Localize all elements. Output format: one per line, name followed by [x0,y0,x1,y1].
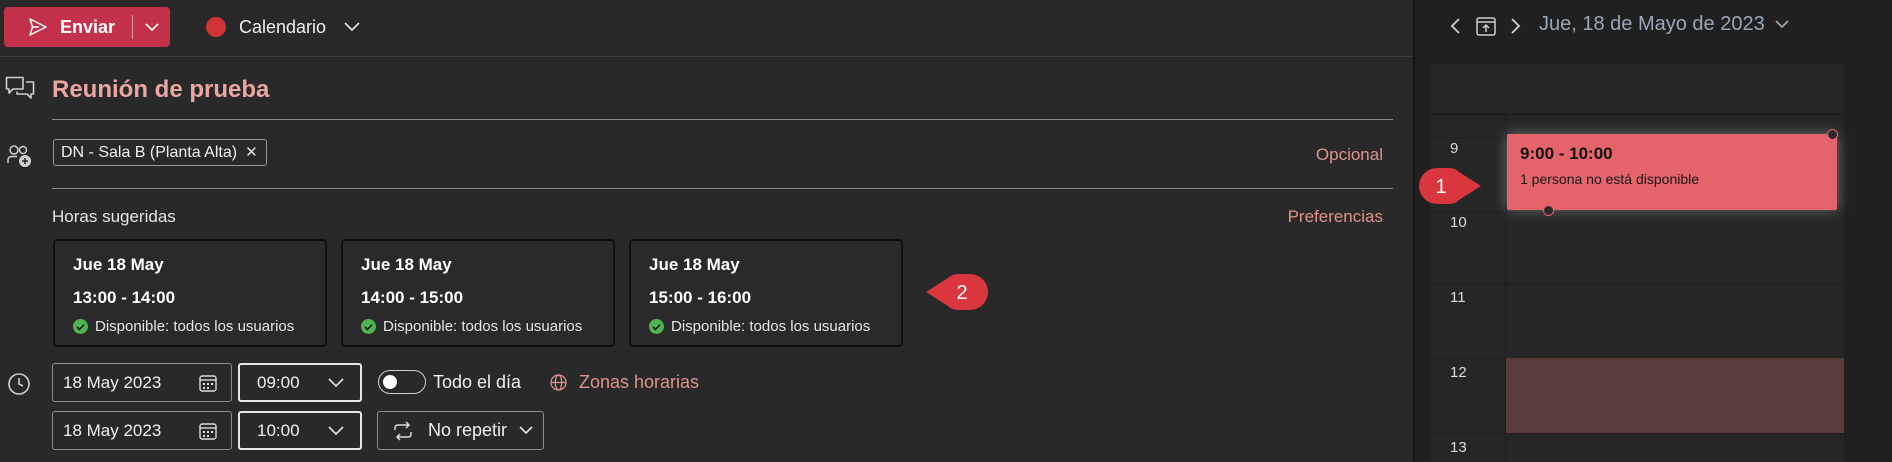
callout-number: 2 [956,282,967,304]
calendar-label: Calendario [239,16,327,37]
end-time-value: 10:00 [257,420,300,440]
callout-number: 1 [1435,176,1446,198]
new-meeting-event[interactable]: 9:00 - 10:00 1 persona no está disponibl… [1507,134,1837,210]
meeting-title-input[interactable]: Reunión de prueba [52,76,269,104]
callout-badge-1: 1 [1419,168,1481,204]
attendee-chip-label: DN - Sala B (Planta Alta) [61,143,238,161]
suggestion-date: Jue 18 May [361,255,452,274]
calendar-date-picker[interactable]: Jue, 18 de Mayo de 2023 [1539,13,1789,36]
suggested-time-card[interactable]: Jue 18 May 15:00 - 16:00 Disponible: tod… [629,239,903,347]
event-resize-handle-top[interactable] [1827,129,1838,140]
hour-label: 12 [1450,364,1467,381]
chevron-down-icon [519,426,533,435]
toolbar: Enviar Calendario [0,0,1413,57]
checkmark-circle-icon [73,319,88,334]
calendar-color-dot [206,17,226,37]
start-date-picker[interactable]: 18 May 2023 [52,363,232,402]
suggestion-time: 14:00 - 15:00 [361,288,464,307]
event-availability-status: 1 persona no está disponible [1520,171,1700,187]
globe-icon [550,374,567,391]
availability-text: Disponible: todos los usuarios [383,318,583,335]
send-label: Enviar [60,16,116,37]
hour-label: 9 [1450,140,1459,157]
hour-label: 13 [1450,439,1467,456]
start-time-value: 09:00 [257,372,300,392]
suggestion-date: Jue 18 May [73,255,164,274]
repeat-select[interactable]: No repetir [377,411,544,450]
availability-text: Disponible: todos los usuarios [671,318,871,335]
hour-line [1430,433,1844,434]
suggestion-availability: Disponible: todos los usuarios [73,318,325,335]
end-time-select[interactable]: 10:00 [238,411,362,450]
event-resize-handle-bottom[interactable] [1543,205,1554,216]
go-to-today-icon[interactable] [1475,15,1497,37]
remove-attendee-icon[interactable]: ✕ [245,145,258,160]
busy-block[interactable] [1506,358,1844,433]
chevron-down-icon [144,22,159,31]
all-day-toggle[interactable] [378,370,426,394]
checkmark-circle-icon [361,319,376,334]
clock-icon [8,373,30,395]
suggested-time-card[interactable]: Jue 18 May 14:00 - 15:00 Disponible: tod… [341,239,615,347]
repeat-value: No repetir [428,420,508,440]
repeat-icon [394,420,412,441]
send-icon [29,18,47,36]
send-button-group: Enviar [4,7,170,47]
hour-label: 10 [1450,214,1467,231]
suggestion-date: Jue 18 May [649,255,740,274]
chevron-down-icon [344,22,360,32]
hour-line [1430,212,1844,213]
toggle-knob [383,375,397,389]
suggestion-time: 13:00 - 14:00 [73,288,176,307]
checkmark-circle-icon [649,319,664,334]
divider [52,188,1393,189]
add-attendee-icon [7,145,31,167]
divider [52,119,1393,120]
calendar-icon[interactable] [199,374,217,392]
attendee-chip[interactable]: DN - Sala B (Planta Alta) ✕ [53,139,267,166]
calendar-icon[interactable] [199,422,217,440]
chevron-down-icon [328,377,344,387]
chevron-left-icon[interactable] [1449,17,1461,35]
chevron-down-icon [1775,20,1789,29]
chat-bubbles-icon [5,76,35,99]
callout-badge-2: 2 [926,274,988,310]
time-zones-link[interactable]: Zonas horarias [579,372,699,393]
chevron-right-icon[interactable] [1510,17,1522,35]
hour-label: 11 [1450,289,1466,306]
calendar-date-title: Jue, 18 de Mayo de 2023 [1539,13,1765,35]
suggested-time-card[interactable]: Jue 18 May 13:00 - 14:00 Disponible: tod… [53,239,327,347]
suggestion-availability: Disponible: todos los usuarios [361,318,613,335]
preferences-link[interactable]: Preferencias [1288,207,1383,227]
day-calendar-pane: Jue, 18 de Mayo de 2023 9 10 11 12 13 9:… [1415,0,1892,462]
end-date-picker[interactable]: 18 May 2023 [52,411,232,450]
start-date-value: 18 May 2023 [63,372,162,392]
send-button[interactable]: Enviar [4,7,132,47]
hour-line [1430,283,1844,284]
event-time: 9:00 - 10:00 [1520,144,1613,163]
chevron-down-icon [328,425,344,435]
compose-pane: Enviar Calendario Reunión de prueba DN -… [0,0,1413,462]
optional-attendees-link[interactable]: Opcional [1316,145,1383,165]
all-day-label: Todo el día [433,372,522,392]
all-day-row[interactable] [1430,64,1844,115]
suggested-times-heading: Horas sugeridas [52,207,176,226]
suggestion-availability: Disponible: todos los usuarios [649,318,901,335]
calendar-selector[interactable]: Calendario [206,12,360,42]
start-time-select[interactable]: 09:00 [238,363,362,402]
send-options-button[interactable] [133,7,170,47]
suggestion-time: 15:00 - 16:00 [649,288,752,307]
day-grid[interactable]: 9 10 11 12 13 9:00 - 10:00 1 persona no … [1430,64,1844,462]
end-date-value: 18 May 2023 [63,420,162,440]
availability-text: Disponible: todos los usuarios [95,318,295,335]
